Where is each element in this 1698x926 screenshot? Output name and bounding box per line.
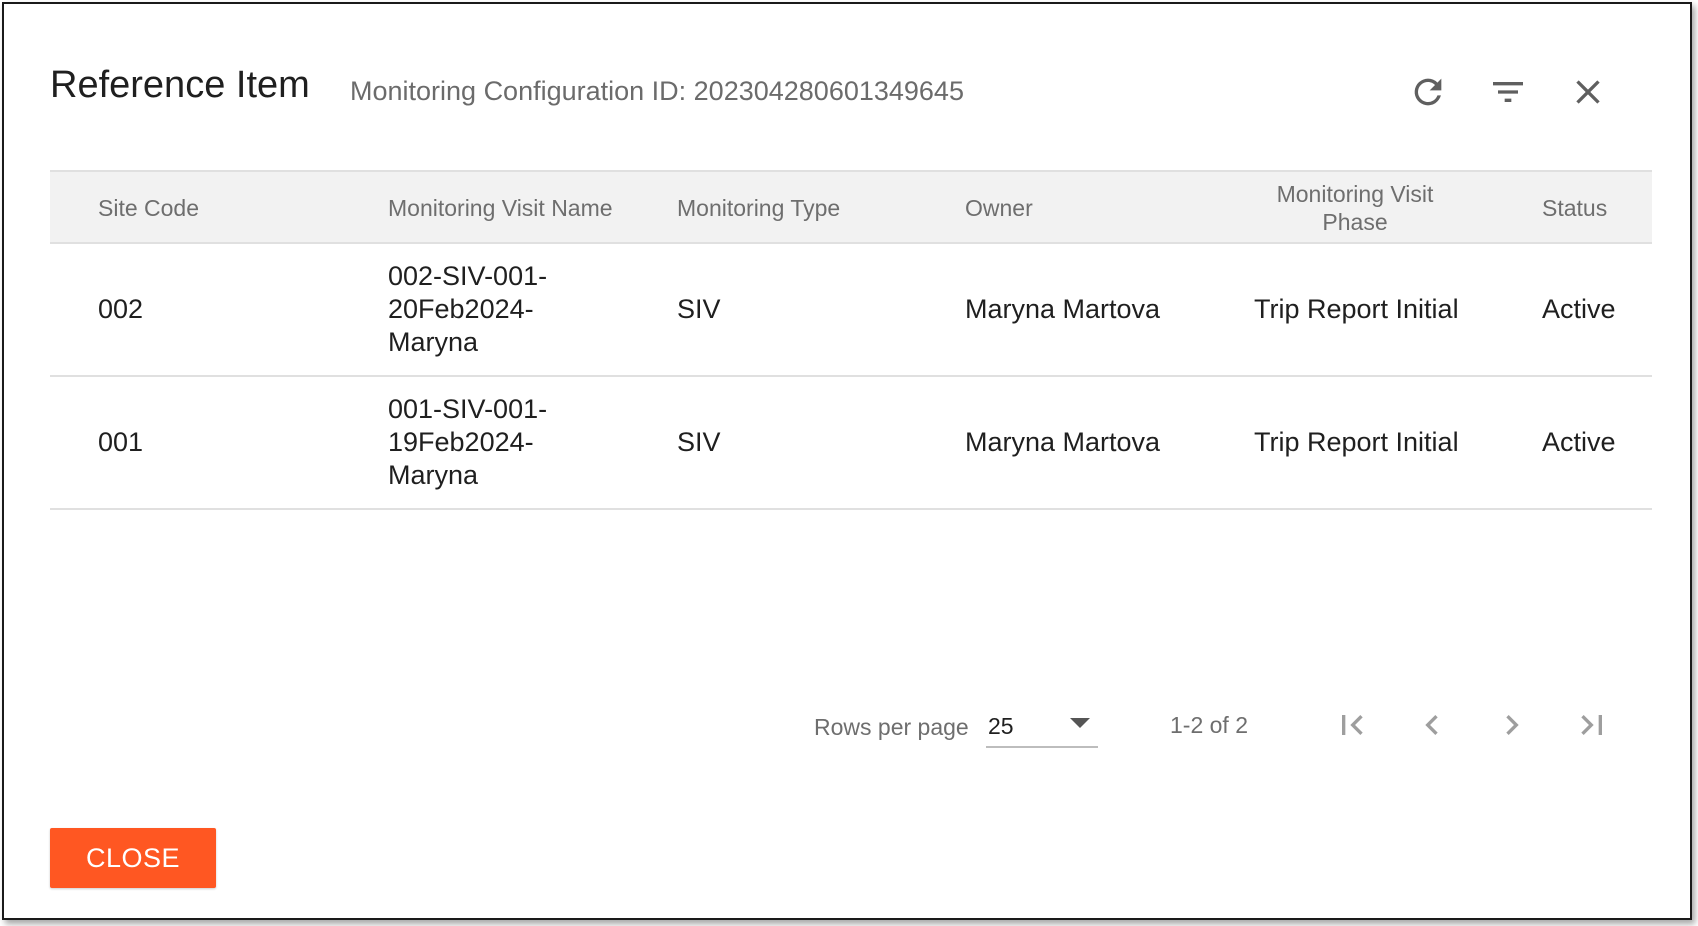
visit-name-line: 20Feb2024- — [388, 294, 534, 324]
chevron-right-icon — [1492, 705, 1532, 750]
next-page-button[interactable] — [1488, 704, 1536, 750]
reference-items-table: Site Code Monitoring Visit Name Monitori… — [50, 170, 1652, 510]
rows-per-page-select[interactable]: 25 — [986, 704, 1098, 748]
refresh-icon — [1408, 72, 1448, 112]
previous-page-button[interactable] — [1408, 704, 1456, 750]
last-page-button[interactable] — [1568, 704, 1616, 750]
column-header-visit-phase[interactable]: Monitoring Visit Phase — [1250, 172, 1460, 244]
visit-name-line: 19Feb2024- — [388, 427, 534, 457]
last-page-icon — [1572, 705, 1612, 750]
cell-visit-phase: Trip Report Initial — [1254, 294, 1459, 324]
visit-name-line: 002-SIV-001- — [388, 261, 548, 291]
cell-monitoring-type: SIV — [677, 427, 721, 457]
cell-visit-name: 002-SIV-001- 20Feb2024- Maryna — [388, 244, 547, 375]
visit-name-line: Maryna — [388, 460, 479, 490]
close-icon — [1568, 72, 1608, 112]
caret-down-icon — [1070, 718, 1090, 728]
refresh-button[interactable] — [1404, 68, 1452, 116]
close-dialog-button[interactable] — [1564, 68, 1612, 116]
cell-visit-phase: Trip Report Initial — [1254, 427, 1459, 457]
table-row[interactable]: 001 001-SIV-001- 19Feb2024- Maryna SIV M… — [50, 377, 1652, 510]
column-header-visit-name[interactable]: Monitoring Visit Name — [388, 172, 613, 244]
column-header-owner[interactable]: Owner — [965, 172, 1033, 244]
column-header-monitoring-type[interactable]: Monitoring Type — [677, 172, 840, 244]
table-row[interactable]: 002 002-SIV-001- 20Feb2024- Maryna SIV M… — [50, 244, 1652, 377]
first-page-button[interactable] — [1328, 704, 1376, 750]
cell-owner: Maryna Martova — [965, 427, 1161, 457]
chevron-left-icon — [1412, 705, 1452, 750]
rows-per-page-label: Rows per page — [814, 714, 969, 740]
column-header-status[interactable]: Status — [1542, 172, 1607, 244]
cell-visit-name: 001-SIV-001- 19Feb2024- Maryna — [388, 377, 547, 508]
close-button[interactable]: CLOSE — [50, 828, 216, 888]
filter-button[interactable] — [1484, 68, 1532, 116]
visit-name-line: 001-SIV-001- — [388, 394, 548, 424]
first-page-icon — [1332, 705, 1372, 750]
column-header-site-code[interactable]: Site Code — [98, 172, 199, 244]
cell-monitoring-type: SIV — [677, 294, 721, 324]
cell-site-code: 001 — [98, 427, 144, 457]
table-header: Site Code Monitoring Visit Name Monitori… — [50, 170, 1652, 244]
dialog-title: Reference Item — [50, 64, 310, 106]
pagination-range: 1-2 of 2 — [1170, 712, 1248, 738]
cell-status: Active — [1542, 427, 1616, 457]
configuration-id: Monitoring Configuration ID: 20230428060… — [350, 76, 964, 106]
filter-icon — [1488, 72, 1528, 112]
visit-name-line: Maryna — [388, 327, 479, 357]
rows-per-page-value: 25 — [988, 713, 1014, 739]
cell-site-code: 002 — [98, 294, 144, 324]
cell-status: Active — [1542, 294, 1616, 324]
cell-owner: Maryna Martova — [965, 294, 1161, 324]
reference-item-dialog: Reference Item Monitoring Configuration … — [2, 2, 1692, 920]
